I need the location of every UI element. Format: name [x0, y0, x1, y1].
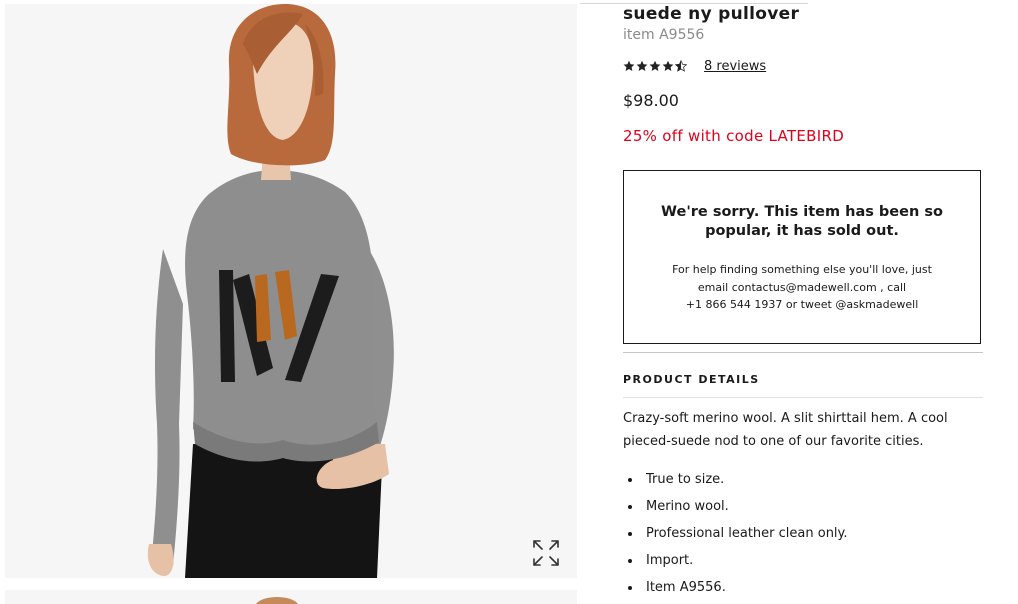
help-text-line: email contactus@madewell.com , call	[697, 280, 907, 294]
promo-text: 25% off with code LATEBIRD	[623, 127, 845, 145]
expand-arrows-icon[interactable]	[530, 537, 562, 569]
star-filled-icon	[649, 60, 661, 71]
star-half-icon	[675, 60, 687, 72]
list-item: Item A9556.	[623, 574, 848, 601]
thumbnail-strip[interactable]	[5, 590, 577, 604]
star-filled-icon	[623, 60, 635, 71]
item-number: item A9556	[623, 27, 705, 43]
product-description: Crazy-soft merino wool. A slit shirttail…	[623, 411, 948, 449]
sold-out-help: For help finding something else you'll l…	[646, 261, 958, 314]
reviews-link[interactable]: 8 reviews	[704, 59, 766, 74]
product-price: $98.00	[623, 91, 679, 110]
divider	[623, 397, 983, 398]
list-item: Import.	[623, 547, 848, 574]
list-item: True to size.	[623, 466, 848, 493]
sold-out-heading: We're sorry. This item has been so popul…	[661, 204, 943, 239]
rating-stars[interactable]	[623, 60, 688, 76]
help-text-line: For help finding something else you'll l…	[672, 263, 932, 276]
help-text-line: +1 866 544 1937 or tweet @askmadewell	[685, 298, 919, 311]
sold-out-notice: We're sorry. This item has been so popul…	[623, 170, 981, 344]
divider	[623, 352, 983, 353]
list-item: Merino wool.	[623, 493, 848, 520]
list-item: Professional leather clean only.	[623, 520, 848, 547]
star-filled-icon	[662, 60, 674, 71]
product-details-heading: PRODUCT DETAILS	[623, 373, 760, 386]
model-illustration	[5, 4, 577, 578]
product-title: suede ny pullover	[623, 4, 800, 24]
product-image[interactable]	[5, 4, 577, 578]
details-list: True to size. Merino wool. Professional …	[623, 466, 848, 601]
star-filled-icon	[636, 60, 648, 71]
